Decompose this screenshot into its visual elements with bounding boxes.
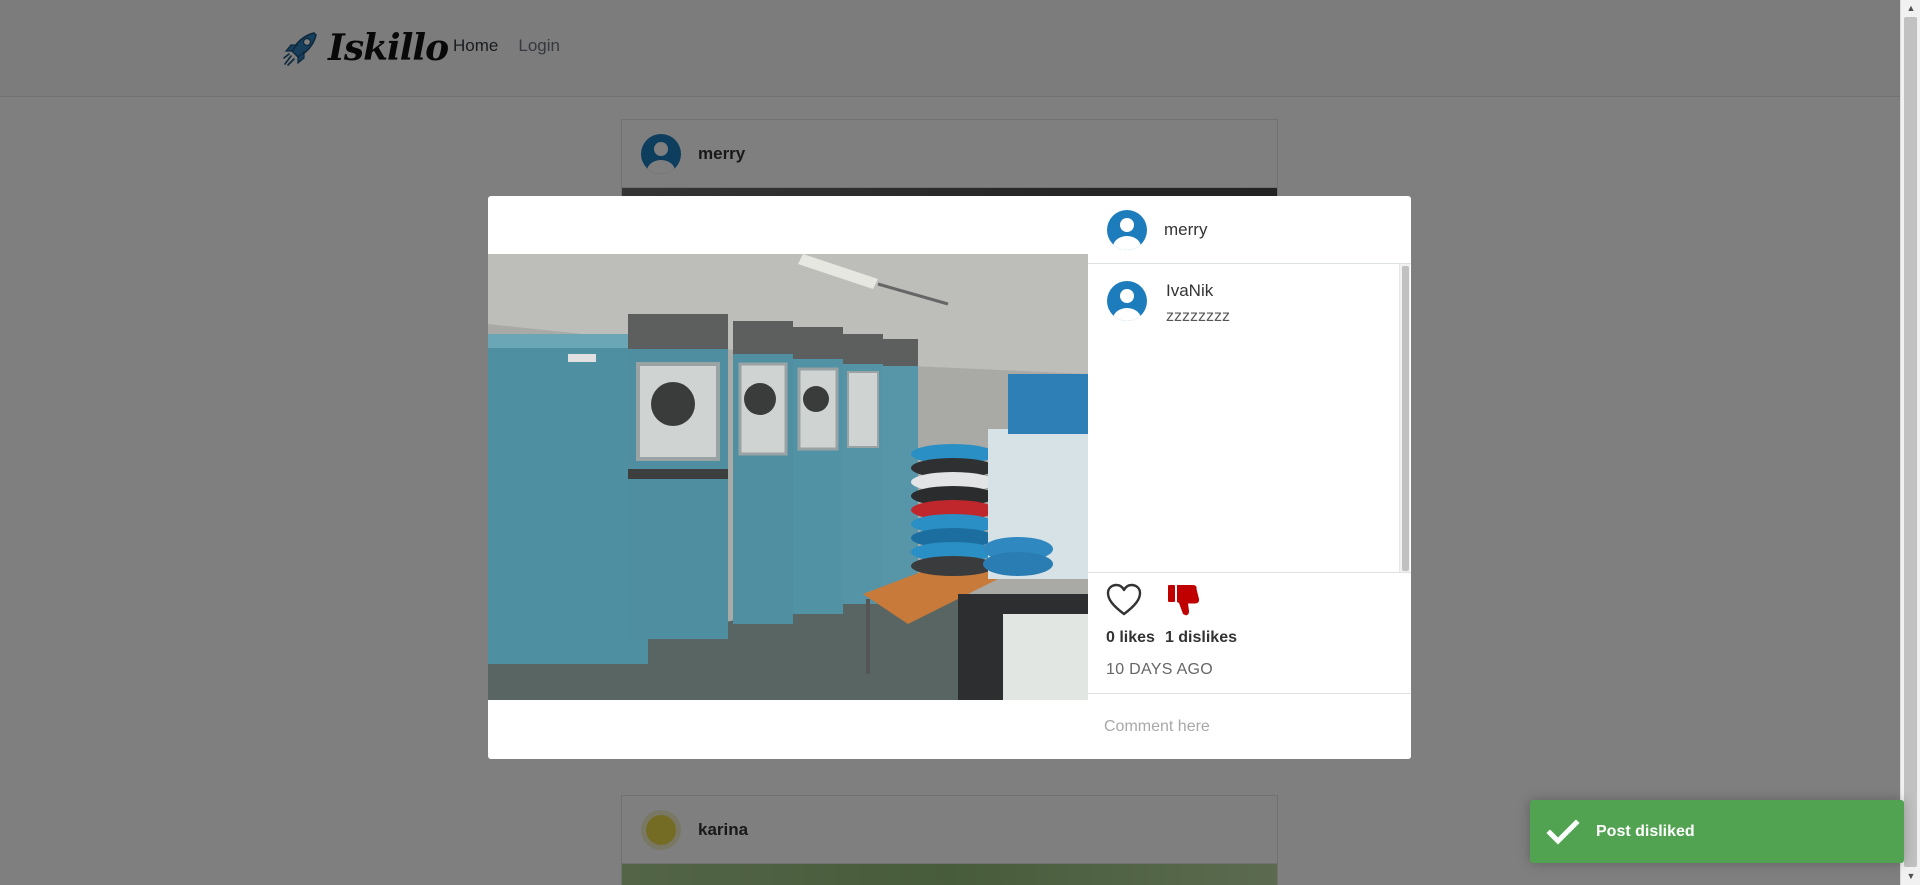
- post-author[interactable]: merry: [1164, 220, 1207, 240]
- comment-text: zzzzzzzz: [1166, 308, 1230, 325]
- likes-count: 0 likes: [1106, 629, 1155, 646]
- post-image: [488, 254, 1088, 700]
- page-scrollbar[interactable]: ▲ ▼: [1900, 0, 1920, 885]
- comments-scrollbar[interactable]: [1399, 264, 1410, 572]
- comment-input[interactable]: [1088, 694, 1411, 759]
- dislike-thumbs-down-icon[interactable]: [1166, 582, 1202, 623]
- toast-notification[interactable]: Post disliked: [1530, 800, 1904, 863]
- scrollbar-thumb[interactable]: [1904, 17, 1917, 867]
- comment-input-container: [1088, 693, 1411, 759]
- avatar[interactable]: [1107, 281, 1147, 321]
- scroll-down-arrow-icon[interactable]: ▼: [1901, 868, 1920, 885]
- checkmark-icon: [1546, 818, 1580, 845]
- post-timestamp: 10 DAYS AGO: [1106, 661, 1214, 678]
- post-modal: merry IvaNik zzzzzzzz 0 likes 1 dislikes…: [488, 196, 1411, 759]
- reaction-counts: 0 likes 1 dislikes: [1106, 629, 1237, 647]
- toast-message: Post disliked: [1596, 822, 1695, 840]
- modal-header: merry: [1088, 196, 1411, 264]
- comments-list: IvaNik zzzzzzzz: [1088, 264, 1411, 573]
- avatar[interactable]: [1107, 209, 1147, 250]
- comment-item: IvaNik zzzzzzzz: [1088, 264, 1411, 326]
- scroll-up-arrow-icon[interactable]: ▲: [1901, 0, 1920, 17]
- comment-body: IvaNik zzzzzzzz: [1166, 281, 1230, 326]
- post-actions: [1106, 582, 1202, 623]
- like-heart-icon[interactable]: [1106, 583, 1142, 622]
- comments-scrollbar-thumb[interactable]: [1402, 266, 1409, 571]
- tape-reel-stack: [911, 444, 995, 576]
- post-photo: [488, 254, 1088, 700]
- post-details-panel: merry IvaNik zzzzzzzz 0 likes 1 dislikes…: [1088, 196, 1411, 759]
- comment-username[interactable]: IvaNik: [1166, 281, 1230, 301]
- dislikes-count: 1 dislikes: [1164, 629, 1237, 646]
